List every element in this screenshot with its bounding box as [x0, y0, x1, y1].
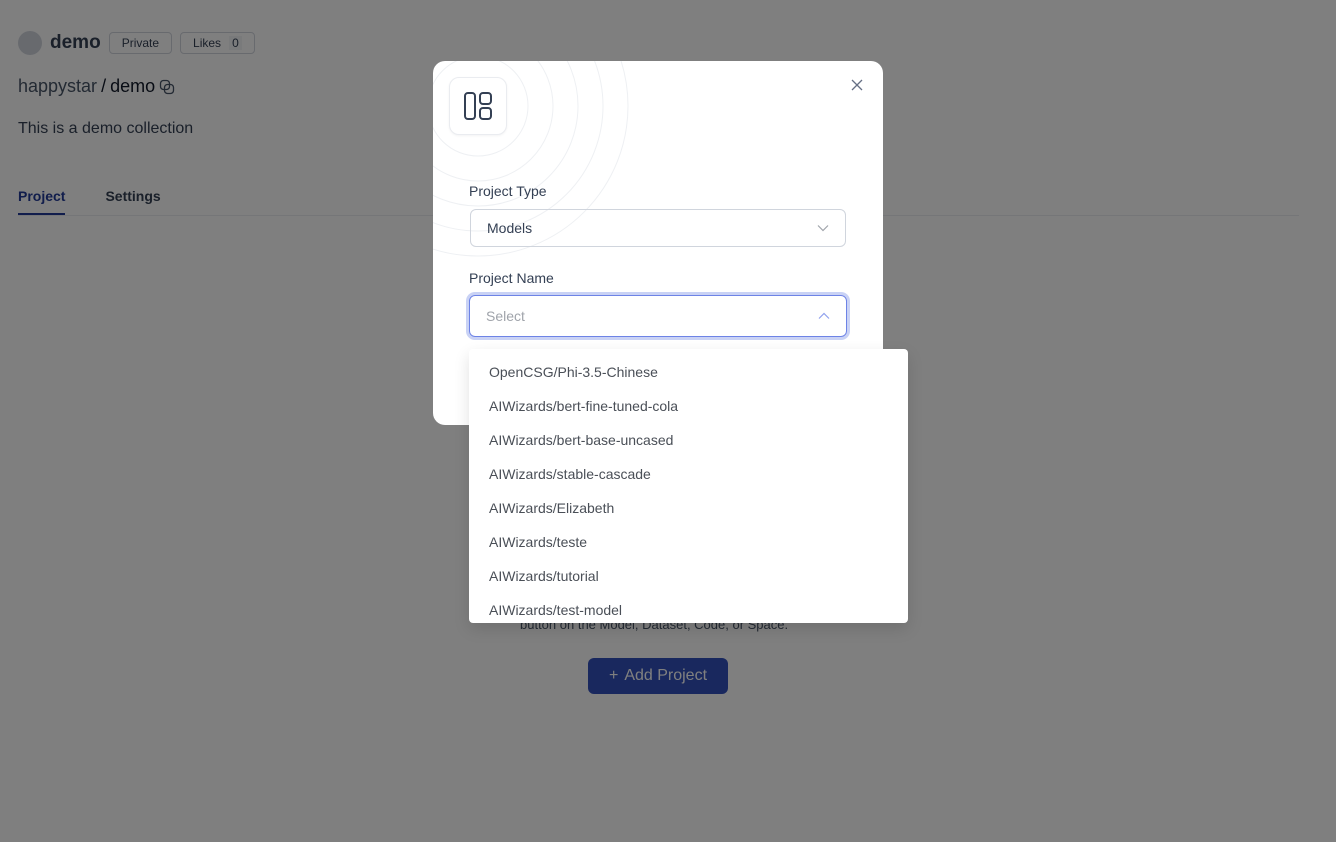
project-name-dropdown: OpenCSG/Phi-3.5-Chinese AIWizards/bert-fi…	[469, 349, 908, 623]
project-type-select[interactable]: Models	[470, 209, 846, 247]
dropdown-option[interactable]: OpenCSG/Phi-3.5-Chinese	[469, 355, 908, 389]
chevron-down-icon	[817, 225, 829, 232]
dropdown-option[interactable]: AIWizards/bert-base-uncased	[469, 423, 908, 457]
dropdown-option[interactable]: AIWizards/Elizabeth	[469, 491, 908, 525]
project-name-label: Project Name	[469, 270, 554, 286]
dropdown-option[interactable]: AIWizards/teste	[469, 525, 908, 559]
layout-icon-box	[449, 77, 507, 135]
project-type-label: Project Type	[469, 183, 547, 199]
layout-icon	[464, 92, 492, 120]
dropdown-option[interactable]: AIWizards/bert-fine-tuned-cola	[469, 389, 908, 423]
project-type-value: Models	[487, 220, 533, 236]
dropdown-option[interactable]: AIWizards/tutorial	[469, 559, 908, 593]
project-name-select[interactable]: Select	[469, 295, 847, 337]
chevron-up-icon	[818, 312, 830, 319]
close-icon[interactable]	[847, 75, 867, 95]
dropdown-option[interactable]: AIWizards/stable-cascade	[469, 457, 908, 491]
project-name-placeholder: Select	[486, 308, 525, 324]
dropdown-option[interactable]: AIWizards/test-model	[469, 593, 908, 623]
